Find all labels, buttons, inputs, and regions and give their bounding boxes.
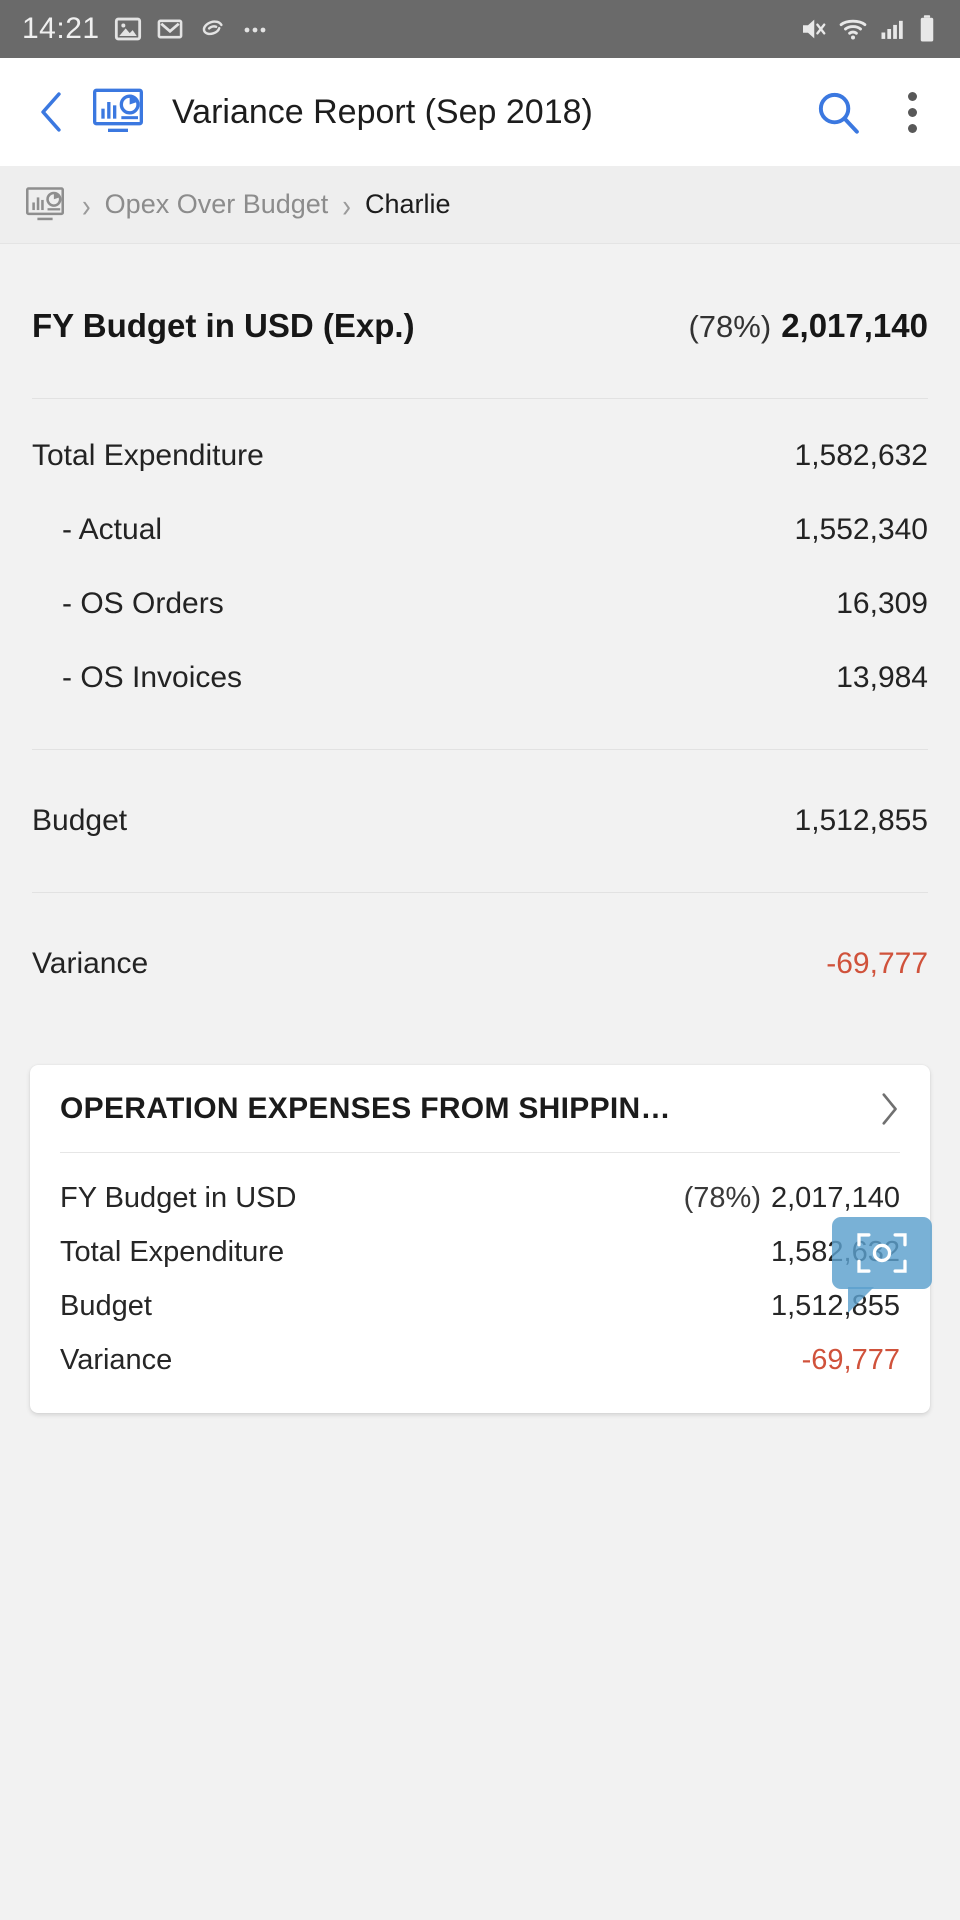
summary-row-budget: Budget 1,512,855 (30, 794, 930, 848)
card-row-budget: Budget 1,512,855 (60, 1279, 900, 1333)
summary-section: FY Budget in USD (Exp.) (78%) 2,017,140 T… (0, 244, 960, 1027)
wifi-icon (838, 14, 868, 44)
overflow-menu-icon[interactable] (890, 84, 934, 140)
overflow-dot (907, 107, 917, 117)
app-bar: Variance Report (Sep 2018) (0, 58, 960, 166)
row-value: 1,512,855 (794, 804, 928, 837)
detail-card[interactable]: OPERATION EXPENSES FROM SHIPPIN… FY Budg… (30, 1065, 930, 1413)
app-bar-actions (810, 84, 934, 140)
back-button[interactable] (26, 86, 78, 138)
summary-header-amount: 2,017,140 (781, 307, 928, 344)
row-label: Variance (32, 947, 149, 980)
mute-vibrate-icon (798, 14, 828, 44)
page-title: Variance Report (Sep 2018) (172, 92, 593, 131)
battery-icon (916, 14, 938, 44)
card-body: FY Budget in USD (78%) 2,017,140 Total Ex… (60, 1153, 900, 1413)
status-bar-clock: 14:21 (22, 12, 100, 45)
summary-header-value: (78%) 2,017,140 (688, 307, 928, 345)
card-row-fy-budget-in-usd: FY Budget in USD (78%) 2,017,140 (60, 1171, 900, 1225)
dashboard-report-icon[interactable] (90, 86, 146, 138)
row-label: - Actual (62, 513, 163, 546)
breadcrumb-item-opex-over-budget[interactable]: Opex Over Budget (105, 189, 329, 220)
row-label: Budget (32, 804, 128, 837)
breadcrumb-separator: › (342, 185, 351, 224)
card-row-value: (78%) 2,017,140 (684, 1182, 900, 1215)
row-value: 13,984 (836, 661, 928, 694)
row-label: - OS Orders (62, 587, 224, 620)
breadcrumb-item-charlie[interactable]: Charlie (365, 189, 451, 220)
search-icon[interactable] (810, 84, 866, 140)
summary-row-variance: Variance -69,777 (30, 937, 930, 991)
card-row-value: -69,777 (801, 1343, 900, 1376)
detail-card-wrapper: OPERATION EXPENSES FROM SHIPPIN… FY Budg… (0, 1065, 960, 1413)
screenshot-capture-icon[interactable] (832, 1217, 932, 1289)
row-value: -69,777 (826, 947, 928, 980)
overflow-dot (907, 123, 917, 133)
summary-header-percent: (78%) (688, 309, 772, 344)
card-row-label: Variance (60, 1343, 173, 1376)
photos-icon (114, 15, 142, 43)
status-bar-left: 14:21 (22, 12, 272, 46)
summary-row-os-orders: - OS Orders 16,309 (30, 577, 930, 631)
more-notifications-icon (240, 15, 272, 43)
row-value: 16,309 (836, 587, 928, 620)
card-row-total-expenditure: Total Expenditure 1,582,632 (60, 1225, 900, 1279)
row-value: 1,582,632 (794, 439, 928, 472)
breadcrumb-separator: › (82, 185, 91, 224)
chevron-right-icon[interactable] (878, 1092, 900, 1126)
dashboard-report-icon[interactable] (22, 185, 68, 225)
overflow-dot (907, 91, 917, 101)
row-label: - OS Invoices (62, 661, 243, 694)
status-bar-right (798, 14, 938, 44)
card-row-variance: Variance -69,777 (60, 1333, 900, 1387)
speech-bubble-tail (848, 1287, 874, 1313)
summary-row-total-expenditure: Total Expenditure 1,582,632 (30, 429, 930, 483)
row-value: 1,552,340 (794, 513, 928, 546)
swirl-app-icon (198, 15, 226, 43)
summary-row-actual: - Actual 1,552,340 (30, 503, 930, 557)
card-row-label: FY Budget in USD (60, 1181, 297, 1214)
status-bar: 14:21 (0, 0, 960, 58)
cellular-signal-icon (878, 15, 906, 43)
breadcrumb: › Opex Over Budget › Charlie (0, 166, 960, 244)
card-row-label: Total Expenditure (60, 1235, 285, 1268)
gmail-icon (156, 15, 184, 43)
card-header[interactable]: OPERATION EXPENSES FROM SHIPPIN… (60, 1065, 900, 1153)
summary-header-row: FY Budget in USD (Exp.) (78%) 2,017,140 (30, 280, 930, 372)
row-label: Total Expenditure (32, 439, 264, 472)
card-title: OPERATION EXPENSES FROM SHIPPIN… (60, 1091, 671, 1125)
card-row-label: Budget (60, 1289, 152, 1322)
summary-header-label: FY Budget in USD (Exp.) (32, 307, 415, 344)
card-row-percent: (78%) (683, 1181, 761, 1214)
summary-row-os-invoices: - OS Invoices 13,984 (30, 651, 930, 705)
card-row-amount: 2,017,140 (770, 1181, 900, 1214)
screenshot-capture-button[interactable] (832, 1217, 932, 1313)
